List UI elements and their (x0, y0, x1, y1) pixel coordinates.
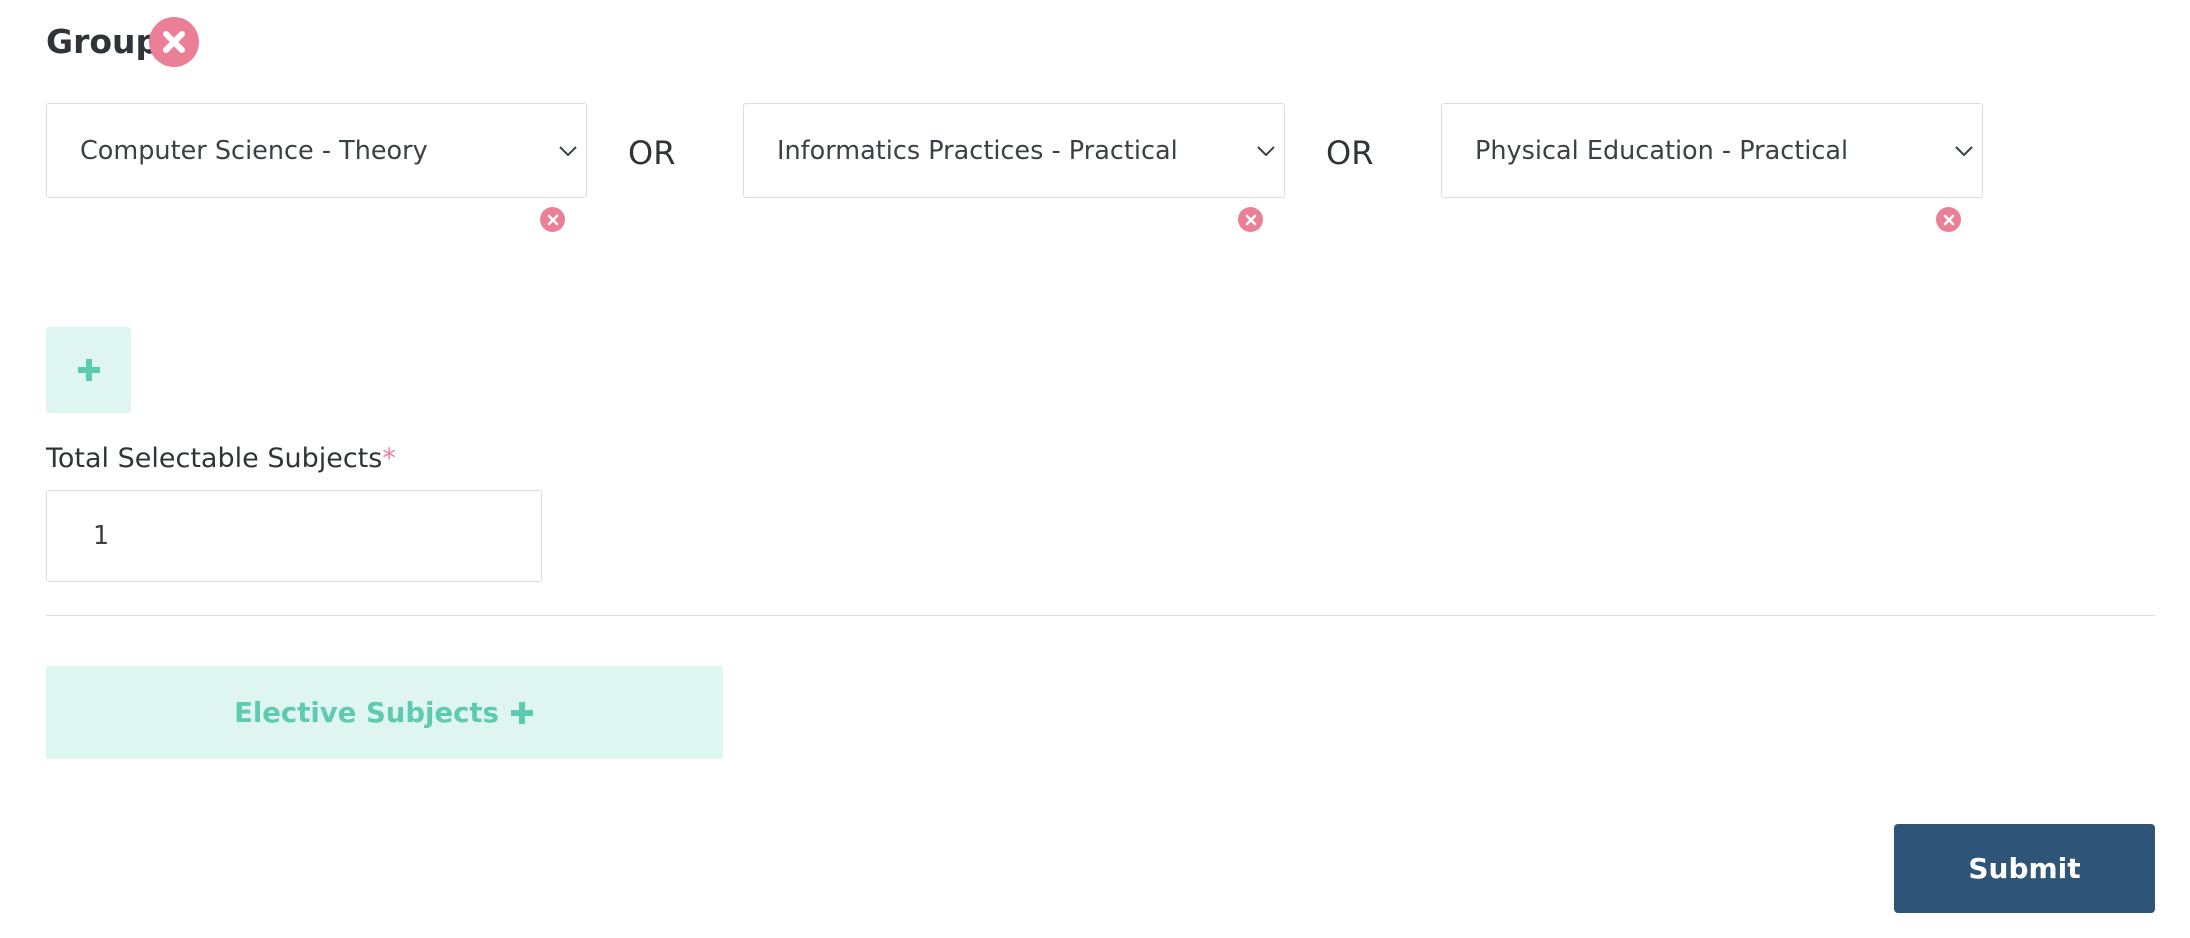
chevron-down-icon (1955, 146, 1973, 157)
remove-subject-2-button[interactable] (1238, 207, 1263, 232)
total-selectable-input[interactable] (46, 490, 542, 582)
remove-group-button[interactable] (149, 17, 199, 67)
subject-select-2-value: Informatics Practices - Practical (777, 135, 1178, 166)
submit-button[interactable]: Submit (1894, 824, 2155, 913)
chevron-down-icon (1257, 146, 1275, 157)
remove-subject-1-button[interactable] (540, 207, 565, 232)
close-icon (163, 31, 185, 53)
subject-select-3-value: Physical Education - Practical (1475, 135, 1849, 166)
subject-select-3[interactable]: Physical Education - Practical (1441, 103, 1983, 198)
subject-select-1[interactable]: Computer Science - Theory (46, 103, 587, 198)
or-separator-2: OR (1326, 134, 1374, 172)
subject-select-2[interactable]: Informatics Practices - Practical (743, 103, 1285, 198)
chevron-down-icon (559, 146, 577, 157)
total-selectable-label: Total Selectable Subjects* (46, 440, 396, 478)
close-icon (1943, 214, 1954, 225)
group-title: Group (46, 22, 160, 61)
plus-icon (77, 359, 100, 381)
add-elective-subjects-button[interactable]: Elective Subjects (46, 666, 723, 759)
close-icon (547, 214, 558, 225)
plus-icon (510, 701, 533, 724)
required-marker: * (382, 443, 396, 474)
elective-subjects-label: Elective Subjects (234, 696, 499, 729)
subject-select-1-value: Computer Science - Theory (80, 135, 428, 166)
total-selectable-label-text: Total Selectable Subjects (46, 443, 383, 474)
remove-subject-3-button[interactable] (1936, 207, 1961, 232)
divider (46, 615, 2155, 616)
add-subject-button[interactable] (46, 327, 131, 413)
close-icon (1245, 214, 1256, 225)
or-separator-1: OR (628, 134, 676, 172)
